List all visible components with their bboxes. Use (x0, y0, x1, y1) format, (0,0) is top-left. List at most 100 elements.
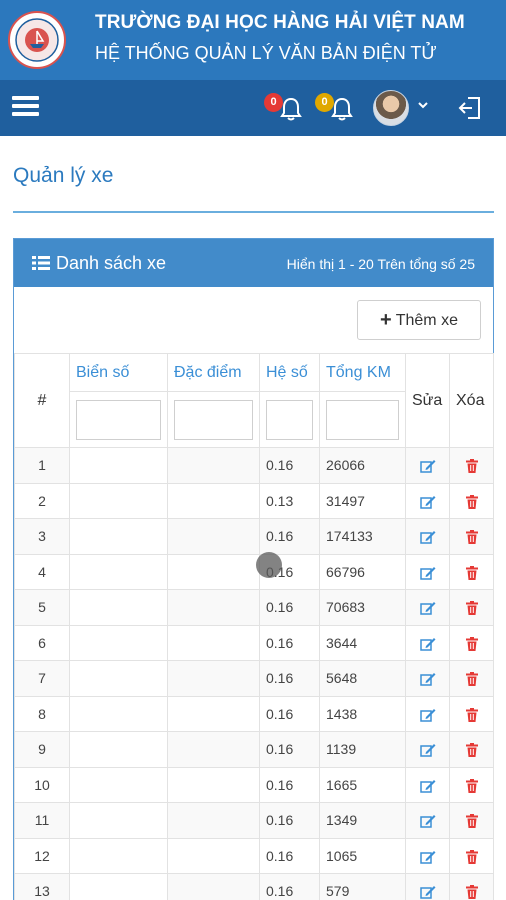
edit-icon[interactable] (419, 850, 436, 864)
total-km-cell: 31497 (319, 482, 406, 519)
feature-cell (167, 553, 260, 590)
column-header-index: # (14, 353, 70, 448)
coefficient-cell: 0.16 (259, 660, 320, 697)
trash-icon[interactable] (465, 636, 478, 651)
edit-cell (405, 553, 450, 590)
trash-icon[interactable] (465, 530, 478, 545)
edit-icon[interactable] (419, 708, 436, 722)
brand-title: TRƯỜNG ĐẠI HỌC HÀNG HẢI VIỆT NAM (95, 12, 465, 33)
edit-icon[interactable] (419, 530, 436, 545)
trash-icon[interactable] (465, 778, 478, 793)
total-km-cell: 1139 (319, 731, 406, 768)
table-row: 3 0.16 174133 (14, 518, 494, 555)
edit-icon[interactable] (419, 459, 436, 474)
row-index: 5 (14, 589, 70, 626)
trash-icon[interactable] (465, 885, 478, 900)
trash-icon[interactable] (465, 565, 478, 580)
divider (13, 211, 494, 213)
page-title: Quản lý xe (13, 164, 114, 187)
edit-icon[interactable] (419, 885, 436, 900)
table-row: 11 0.16 1349 (14, 802, 494, 839)
column-header-feature[interactable]: Đặc điểm (167, 353, 260, 392)
row-index: 8 (14, 695, 70, 732)
university-logo (8, 11, 66, 69)
filter-total-km-input[interactable] (326, 399, 399, 440)
edit-icon[interactable] (419, 637, 436, 651)
logout-icon[interactable] (457, 96, 483, 120)
row-index: 2 (14, 482, 70, 519)
hamburger-icon[interactable] (12, 96, 39, 118)
delete-cell (449, 447, 494, 484)
plate-cell (69, 837, 168, 874)
total-km-cell: 70683 (319, 589, 406, 626)
edit-icon[interactable] (419, 601, 436, 616)
column-header-total-km[interactable]: Tổng KM (319, 353, 406, 392)
feature-cell (167, 766, 260, 803)
edit-icon[interactable] (419, 814, 436, 829)
coefficient-cell: 0.16 (259, 766, 320, 803)
plus-icon: + (380, 309, 392, 331)
trash-icon[interactable] (465, 814, 478, 829)
column-header-plate[interactable]: Biển số (69, 353, 168, 392)
column-header-coefficient[interactable]: Hệ số (259, 353, 320, 392)
edit-icon[interactable] (419, 672, 436, 687)
trash-icon[interactable] (465, 672, 478, 687)
edit-icon[interactable] (419, 495, 436, 509)
vehicle-table: # Biển số Đặc điểm Hệ số Tổng KM Sửa Xóa… (14, 353, 494, 900)
row-index: 1 (14, 447, 70, 484)
coefficient-cell: 0.16 (259, 589, 320, 626)
row-index: 7 (14, 660, 70, 697)
notification-badge: 0 (264, 93, 283, 112)
table-row: 1 0.16 26066 (14, 447, 494, 484)
filter-coefficient-input[interactable] (266, 399, 313, 440)
list-icon (32, 256, 50, 270)
feature-cell (167, 482, 260, 519)
coefficient-cell: 0.16 (259, 695, 320, 732)
table-row: 8 0.16 1438 (14, 695, 494, 732)
feature-cell (167, 837, 260, 874)
trash-icon[interactable] (465, 849, 478, 864)
delete-cell (449, 873, 494, 900)
feature-cell (167, 731, 260, 768)
trash-icon[interactable] (465, 743, 478, 758)
total-km-cell: 1349 (319, 802, 406, 839)
edit-cell (405, 837, 450, 874)
edit-cell (405, 695, 450, 732)
filter-plate-input[interactable] (76, 399, 161, 440)
delete-cell (449, 518, 494, 555)
chevron-down-icon[interactable] (418, 100, 428, 110)
plate-cell (69, 482, 168, 519)
row-index: 10 (14, 766, 70, 803)
table-row: 9 0.16 1139 (14, 731, 494, 768)
edit-icon[interactable] (419, 779, 436, 793)
feature-cell (167, 518, 260, 555)
avatar[interactable] (373, 90, 409, 126)
row-index: 4 (14, 553, 70, 590)
trash-icon[interactable] (465, 601, 478, 616)
total-km-cell: 3644 (319, 624, 406, 661)
trash-icon[interactable] (465, 494, 478, 509)
plate-cell (69, 553, 168, 590)
plate-cell (69, 766, 168, 803)
panel-title: Danh sách xe (56, 253, 167, 273)
table-row: 6 0.16 3644 (14, 624, 494, 661)
plate-cell (69, 660, 168, 697)
edit-cell (405, 731, 450, 768)
feature-cell (167, 695, 260, 732)
feature-cell (167, 624, 260, 661)
edit-icon[interactable] (419, 566, 436, 580)
table-row: 2 0.13 31497 (14, 482, 494, 519)
filter-feature-input[interactable] (174, 399, 253, 440)
delete-cell (449, 802, 494, 839)
edit-icon[interactable] (419, 743, 436, 758)
trash-icon[interactable] (465, 459, 478, 474)
vehicle-list-panel: Danh sách xe Hiển thị 1 - 20 Trên tổng s… (13, 238, 494, 900)
total-km-cell: 1665 (319, 766, 406, 803)
plate-cell (69, 624, 168, 661)
row-index: 11 (14, 802, 70, 839)
plate-cell (69, 873, 168, 900)
plate-cell (69, 695, 168, 732)
add-vehicle-label: Thêm xe (395, 312, 458, 329)
trash-icon[interactable] (465, 707, 478, 722)
add-vehicle-button[interactable]: + Thêm xe (357, 300, 481, 340)
